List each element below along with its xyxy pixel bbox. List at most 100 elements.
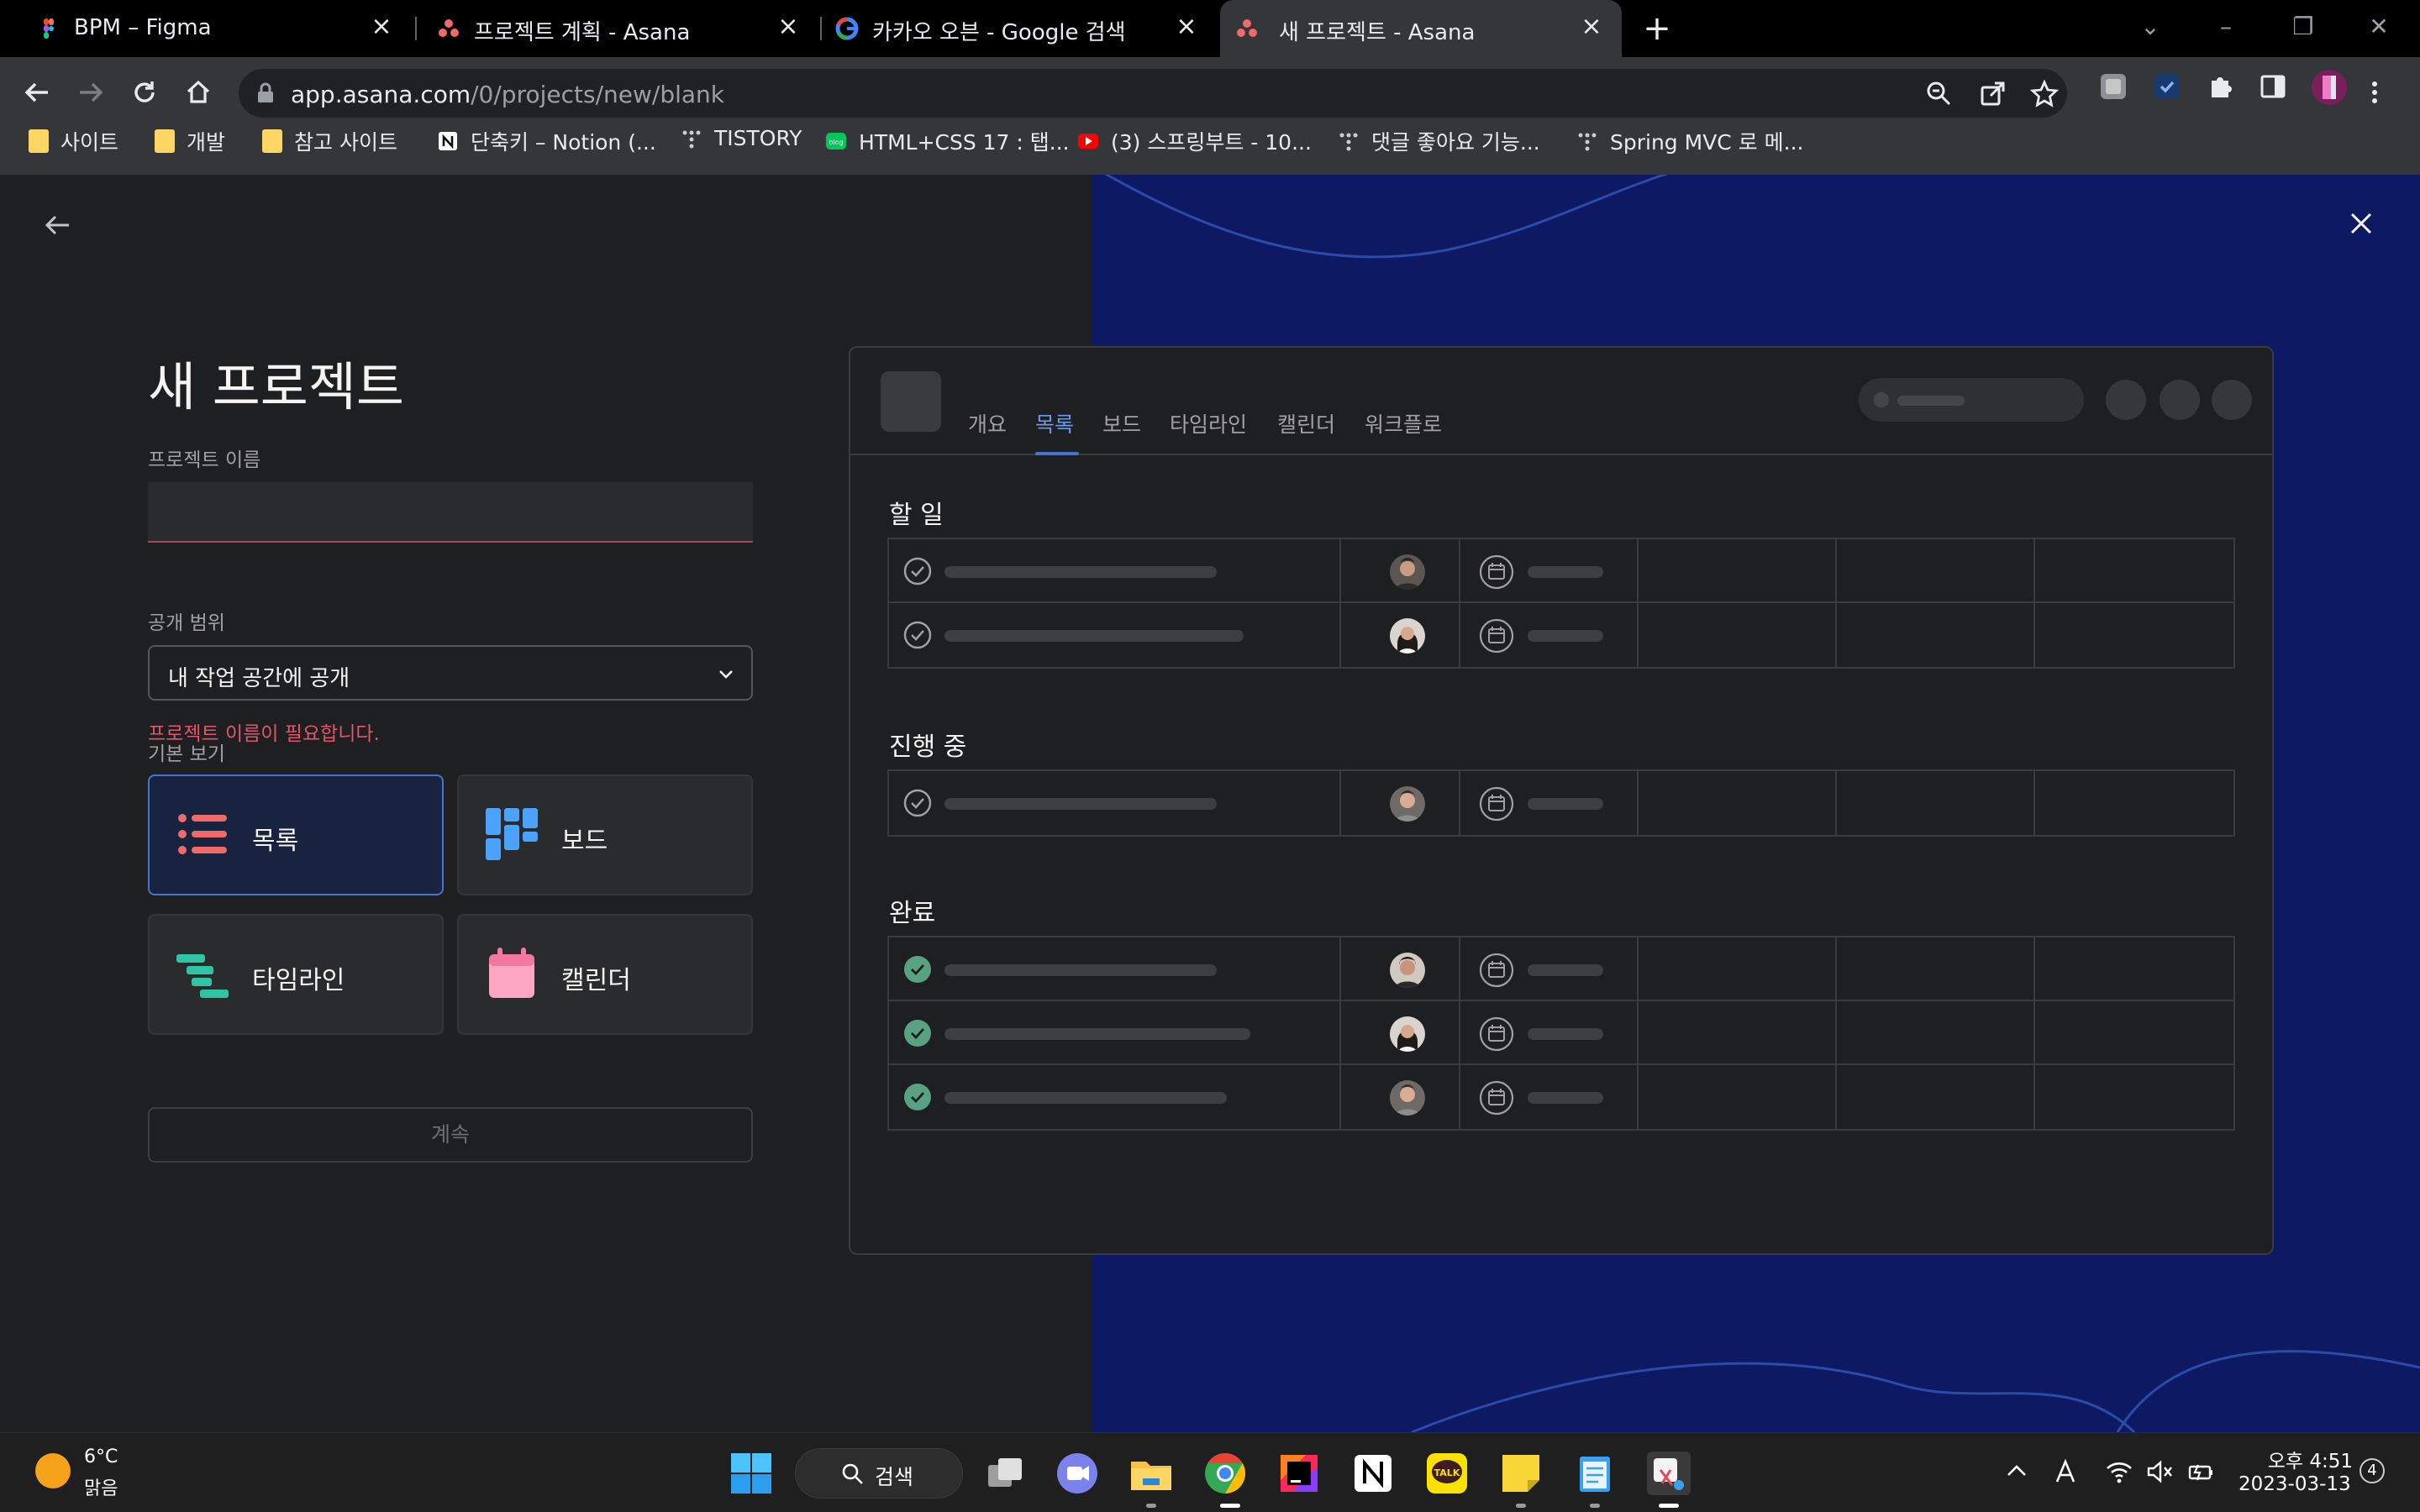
back-arrow-icon[interactable] <box>40 208 74 242</box>
bookmark-label: 개발 <box>187 130 226 155</box>
profile-avatar-icon[interactable] <box>2311 69 2348 106</box>
forward-button[interactable] <box>69 71 113 114</box>
person-avatar-icon <box>1390 786 1425 822</box>
tab-search-icon[interactable]: ⌄ <box>2129 8 2171 45</box>
close-icon[interactable]: × <box>1173 13 1200 40</box>
star-icon[interactable] <box>2030 79 2059 108</box>
continue-button[interactable]: 계속 <box>148 1107 753 1163</box>
close-icon[interactable] <box>2344 207 2378 240</box>
new-tab-button[interactable]: + <box>1639 10 1676 47</box>
zoom-icon[interactable] <box>1924 79 1953 108</box>
close-icon[interactable]: × <box>1578 13 1605 40</box>
table-row <box>889 603 2233 667</box>
wifi-icon[interactable] <box>2104 1457 2134 1487</box>
tab-figma[interactable]: BPM – Figma × <box>0 0 412 57</box>
weather-sun-icon[interactable] <box>35 1453 71 1488</box>
privacy-select[interactable]: 내 작업 공간에 공개 <box>148 645 753 701</box>
avatar <box>1390 1080 1425 1116</box>
bookmark-tistory[interactable]: TISTORY <box>681 126 802 150</box>
calendar-icon <box>1479 554 1514 590</box>
puzzle-icon[interactable] <box>2207 72 2235 101</box>
notification-badge[interactable]: 4 <box>2360 1458 2385 1483</box>
due-date-placeholder <box>1528 566 1603 578</box>
address-bar[interactable]: app.asana.com/0/projects/new/blank <box>239 69 2067 118</box>
avatar-placeholder <box>2106 380 2146 420</box>
tab-asana-plan[interactable]: 프로젝트 계획 - Asana × <box>420 0 818 57</box>
window-close-button[interactable]: ✕ <box>2358 8 2400 45</box>
sticky-notes-icon[interactable] <box>1497 1450 1544 1497</box>
preview-tab-workflow: 워크플로 <box>1365 412 1443 437</box>
teams-chat-icon[interactable] <box>1054 1450 1101 1497</box>
board-icon <box>486 808 538 860</box>
folder-icon <box>29 129 49 153</box>
notion-icon <box>439 132 457 150</box>
figma-icon <box>44 18 54 39</box>
bookmark-label: 단축키 – Notion (... <box>471 130 656 155</box>
bookmark-label: Spring MVC 로 메... <box>1610 130 1804 155</box>
kakaotalk-icon[interactable]: TALK <box>1423 1450 1470 1497</box>
reload-button[interactable] <box>123 71 166 114</box>
restore-button[interactable]: ❐ <box>2282 8 2324 45</box>
default-view-label: 기본 보기 <box>148 743 225 765</box>
view-option-label: 타임라인 <box>252 966 345 995</box>
calendar-icon <box>1479 1080 1514 1116</box>
bookmark-notion[interactable]: 단축키 – Notion (... <box>437 126 656 156</box>
jetbrains-icon[interactable] <box>1276 1450 1323 1497</box>
preview-tab-list: 목록 <box>1035 412 1075 437</box>
url-host: app.asana.com <box>291 81 471 108</box>
windows-start-icon[interactable] <box>728 1450 775 1497</box>
taskbar-search[interactable]: 검색 <box>795 1448 963 1499</box>
side-panel-icon[interactable] <box>2259 72 2287 101</box>
minimize-button[interactable]: – <box>2205 8 2247 45</box>
notion-icon[interactable] <box>1349 1450 1397 1497</box>
calendar-icon <box>1479 618 1514 654</box>
chrome-icon[interactable] <box>1202 1450 1249 1497</box>
task-name-placeholder <box>944 1028 1250 1040</box>
preview-tab-calendar: 캘린더 <box>1277 412 1336 437</box>
active-tab-indicator <box>1035 452 1079 455</box>
preview-tab-overview: 개요 <box>968 412 1007 437</box>
preview-header: 개요 목록 보드 타임라인 캘린더 워크플로 <box>850 348 2272 455</box>
ime-icon[interactable] <box>2050 1457 2081 1487</box>
project-name-input[interactable] <box>148 482 753 543</box>
tab-google-search[interactable]: 카카오 오븐 - Google 검색 × <box>822 0 1217 57</box>
tab-new-project[interactable]: 새 프로젝트 - Asana × <box>1220 0 1622 57</box>
back-button[interactable] <box>15 71 59 114</box>
preview-tab-timeline: 타임라인 <box>1170 412 1248 437</box>
task-view-icon[interactable] <box>981 1450 1028 1497</box>
running-indicator <box>1516 1504 1526 1508</box>
bookmark-folder-reference[interactable]: 참고 사이트 <box>262 126 397 156</box>
check-circle-icon <box>903 557 932 585</box>
snipping-tool-icon[interactable] <box>1645 1450 1692 1497</box>
volume-muted-icon[interactable] <box>2144 1457 2175 1487</box>
view-option-label: 보드 <box>561 827 608 856</box>
browser-menu-button[interactable] <box>2353 71 2396 114</box>
share-icon[interactable] <box>1978 79 2007 108</box>
bookmark-html-css[interactable]: blog HTML+CSS 17 : 탭... <box>825 126 1070 156</box>
tab-title: 카카오 오븐 - Google 검색 <box>872 20 1126 45</box>
close-icon[interactable]: × <box>775 13 802 40</box>
view-option-list[interactable]: 목록 <box>148 774 444 895</box>
bookmark-spring-mvc[interactable]: Spring MVC 로 메... <box>1576 126 1804 156</box>
notepad-icon[interactable] <box>1571 1450 1618 1497</box>
extension-check-icon[interactable] <box>2153 72 2181 101</box>
chevron-up-icon[interactable] <box>2002 1457 2032 1487</box>
battery-icon[interactable] <box>2186 1457 2217 1487</box>
bookmark-folder-dev[interactable]: 개발 <box>155 126 225 156</box>
tab-title: 프로젝트 계획 - Asana <box>474 20 691 45</box>
view-option-timeline[interactable]: 타임라인 <box>148 914 444 1035</box>
close-icon[interactable]: × <box>368 13 395 40</box>
view-option-board[interactable]: 보드 <box>457 774 753 895</box>
taskbar-search-label: 검색 <box>875 1465 914 1489</box>
view-option-calendar[interactable]: 캘린더 <box>457 914 753 1035</box>
file-explorer-icon[interactable] <box>1128 1450 1175 1497</box>
extension-photo-icon[interactable] <box>2099 72 2128 101</box>
clock-date[interactable]: 2023-03-13 <box>2238 1473 2351 1495</box>
bookmark-spring-boot[interactable]: (3) 스프링부트 - 10... <box>1077 126 1312 156</box>
calendar-icon <box>1479 786 1514 822</box>
clock-time[interactable]: 오후 4:51 <box>2260 1445 2353 1473</box>
asana-icon <box>439 19 459 37</box>
bookmark-folder-sites[interactable]: 사이트 <box>29 126 118 156</box>
home-button[interactable] <box>176 71 220 114</box>
bookmark-comment-like[interactable]: 댓글 좋아요 기능... <box>1338 126 1540 156</box>
